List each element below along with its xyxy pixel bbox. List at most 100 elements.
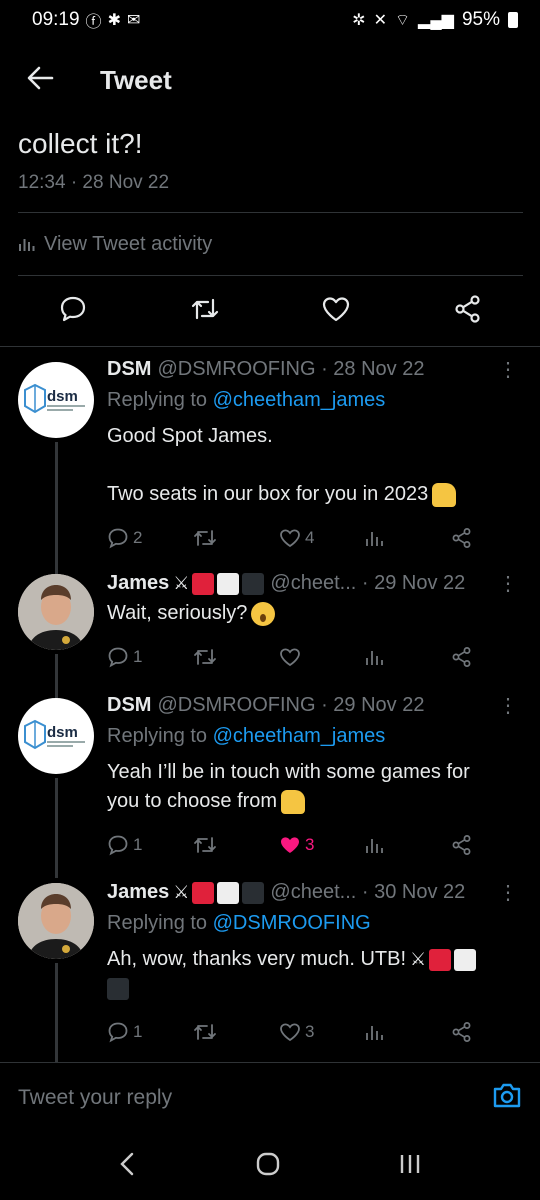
reply-icon — [108, 1022, 128, 1043]
share-icon — [452, 647, 471, 667]
share-icon[interactable] — [453, 294, 483, 329]
reply-action[interactable]: 1 — [107, 646, 193, 668]
reply-body: James ⚔ @cheet... · 29 Nov 22 Wait, seri… — [107, 572, 507, 672]
avatar[interactable] — [18, 883, 94, 959]
like-icon — [280, 529, 300, 548]
reply-action[interactable]: 1 — [107, 834, 193, 856]
retweet-action[interactable] — [193, 646, 279, 668]
reply-header: DSM @DSMROOFING · 28 Nov 22 — [107, 358, 507, 381]
reply-input[interactable]: Tweet your reply — [18, 1086, 172, 1110]
retweet-action[interactable] — [193, 1021, 279, 1043]
author-name[interactable]: James — [107, 881, 169, 904]
author-name[interactable]: DSM — [107, 694, 151, 717]
camera-icon[interactable] — [492, 1081, 522, 1114]
thread-line — [55, 963, 58, 1063]
battery-percent: 95% — [461, 9, 500, 30]
status-time: 09:19 — [32, 9, 80, 30]
activity-label: View Tweet activity — [44, 232, 213, 255]
system-nav-bar — [0, 1132, 540, 1200]
share-action[interactable] — [451, 527, 473, 549]
surprised-emoji — [251, 601, 276, 626]
share-icon — [452, 528, 471, 548]
reply-actions: 2 4 — [107, 523, 507, 553]
analytics-icon — [19, 239, 35, 251]
author-handle-date: @cheet... · 29 Nov 22 — [270, 572, 466, 594]
share-icon — [452, 1022, 471, 1042]
more-icon[interactable]: ⋮ — [498, 883, 518, 903]
app-bar: Tweet — [0, 50, 540, 110]
reply-text: Wait, seriously? — [107, 599, 507, 628]
black-square-emoji — [107, 977, 129, 1000]
analytics-icon — [366, 1026, 383, 1040]
retweet-icon — [194, 649, 216, 665]
analytics-action[interactable] — [365, 835, 451, 855]
author-name[interactable]: DSM — [107, 358, 151, 381]
avatar[interactable]: dsm — [18, 698, 94, 774]
mention-link[interactable]: @cheetham_james — [213, 725, 386, 747]
dsm-logo-text: dsm — [47, 724, 78, 741]
more-icon[interactable]: ⋮ — [498, 360, 518, 380]
status-bar: 09:19 ⓕ ✱ ✉ ✲ ✕ ⌔ ▂▄▆ 95% — [0, 0, 540, 40]
mention-link[interactable]: @DSMROOFING — [213, 912, 371, 934]
share-action[interactable] — [451, 834, 473, 856]
replying-to: Replying to @DSMROOFING — [107, 912, 371, 934]
avatar[interactable] — [18, 574, 94, 650]
replying-to: Replying to @cheetham_james — [107, 725, 386, 747]
like-action[interactable] — [279, 646, 365, 668]
more-icon[interactable]: ⋮ — [498, 696, 518, 716]
like-action[interactable]: 3 — [279, 834, 365, 856]
share-action[interactable] — [451, 1021, 473, 1043]
author-name[interactable]: James — [107, 572, 169, 595]
back-arrow-icon[interactable] — [26, 64, 54, 97]
dsm-logo-text: dsm — [47, 388, 78, 405]
view-tweet-activity[interactable]: View Tweet activity — [18, 213, 523, 275]
analytics-icon — [366, 839, 383, 853]
avatar[interactable]: dsm — [18, 362, 94, 438]
page-title: Tweet — [100, 64, 172, 95]
white-square-emoji — [217, 881, 240, 904]
retweet-action[interactable] — [193, 834, 279, 856]
tweet-text-cutoff — [18, 110, 523, 122]
reply-action[interactable]: 1 — [107, 1021, 193, 1043]
reply-icon[interactable] — [58, 294, 88, 329]
tweet-text: collect it?! — [18, 128, 143, 159]
mail-notification-icon: ✉ — [126, 12, 141, 29]
retweet-action[interactable] — [193, 527, 279, 549]
analytics-action[interactable] — [365, 1022, 451, 1042]
retweet-icon[interactable] — [190, 294, 220, 329]
reply-actions: 1 3 — [107, 830, 507, 860]
like-action[interactable]: 4 — [279, 527, 365, 549]
nav-recents-icon[interactable] — [398, 1152, 422, 1181]
like-action[interactable]: 3 — [279, 1021, 365, 1043]
facebook-notification-icon: ⓕ — [85, 14, 102, 31]
reply-icon — [108, 528, 128, 549]
nav-back-icon[interactable] — [118, 1151, 138, 1182]
mute-icon: ✕ — [373, 12, 387, 29]
more-icon[interactable]: ⋮ — [498, 574, 518, 594]
battery-icon — [508, 12, 518, 28]
reply-body: DSM @DSMROOFING · 29 Nov 22 Replying to … — [107, 694, 507, 860]
author-handle-date: @DSMROOFING · 29 Nov 22 — [157, 694, 425, 716]
thumbs-up-emoji — [432, 482, 457, 507]
analytics-action[interactable] — [365, 647, 451, 667]
like-icon — [280, 648, 300, 667]
reply-icon — [108, 647, 128, 668]
wifi-icon: ⌔ — [394, 12, 411, 29]
red-square-emoji — [192, 572, 215, 595]
analytics-action[interactable] — [365, 528, 451, 548]
nav-home-icon[interactable] — [255, 1151, 281, 1182]
like-icon[interactable] — [321, 294, 351, 329]
black-square-emoji — [242, 881, 265, 904]
reply-actions: 1 — [107, 642, 507, 672]
black-square-emoji — [242, 572, 265, 595]
bluetooth-icon: ✲ — [352, 12, 366, 29]
swords-emoji: ⚔ — [173, 573, 190, 593]
retweet-icon — [194, 837, 216, 853]
replying-to: Replying to @cheetham_james — [107, 389, 386, 411]
reply-composer[interactable]: Tweet your reply — [0, 1062, 540, 1132]
reply-action[interactable]: 2 — [107, 527, 193, 549]
retweet-icon — [194, 530, 216, 546]
mention-link[interactable]: @cheetham_james — [213, 389, 386, 411]
share-action[interactable] — [451, 646, 473, 668]
thumbs-up-emoji — [281, 789, 306, 814]
